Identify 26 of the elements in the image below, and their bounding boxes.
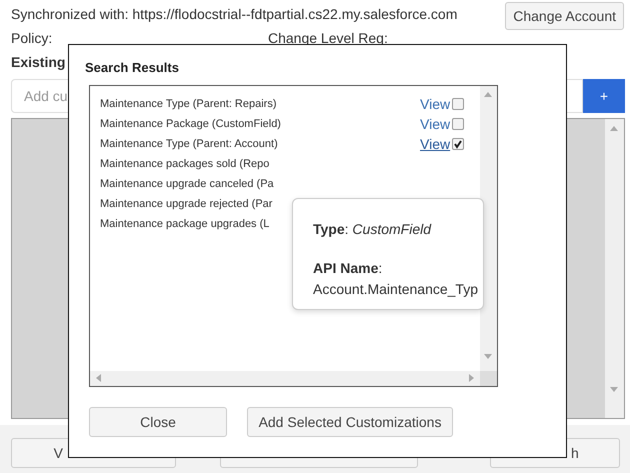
close-button[interactable]: Close [89, 407, 227, 437]
result-label: Maintenance Package (CustomField) [100, 116, 281, 132]
type-text: Type: CustomField [313, 220, 432, 239]
change-account-button[interactable]: Change Account [505, 2, 624, 30]
view-link[interactable]: View [420, 134, 450, 154]
result-label: Maintenance upgrade rejected (Par [100, 196, 272, 212]
checkbox[interactable] [452, 138, 464, 150]
add-selected-button[interactable]: Add Selected Customizations [247, 407, 453, 437]
api-name-label: API Name: [313, 259, 382, 278]
scrollbar-corner [480, 371, 497, 386]
sync-url-text: Synchronized with: https://flodocstrial--fdtpartial.cs22.my.salesforce.com [11, 5, 458, 24]
result-label: Maintenance packages sold (Repo [100, 156, 270, 172]
checkbox[interactable] [452, 118, 464, 130]
section-heading: Existing [10, 53, 66, 72]
dialog-title: Search Results [85, 59, 180, 77]
api-name-value: Account.Maintenance_Typ [313, 280, 478, 299]
change-level-label: Change Level Req: [268, 29, 388, 48]
checkbox[interactable] [452, 98, 464, 110]
result-label: Maintenance Type (Parent: Account) [100, 136, 278, 152]
view-link[interactable]: View [420, 114, 450, 134]
view-link[interactable]: View [420, 94, 450, 114]
result-label: Maintenance Type (Parent: Repairs) [100, 96, 276, 112]
policy-label: Policy: [11, 29, 54, 48]
result-label: Maintenance upgrade canceled (Pa [100, 176, 274, 192]
add-button[interactable]: + [583, 79, 625, 113]
result-label: Maintenance package upgrades (L [100, 216, 270, 232]
